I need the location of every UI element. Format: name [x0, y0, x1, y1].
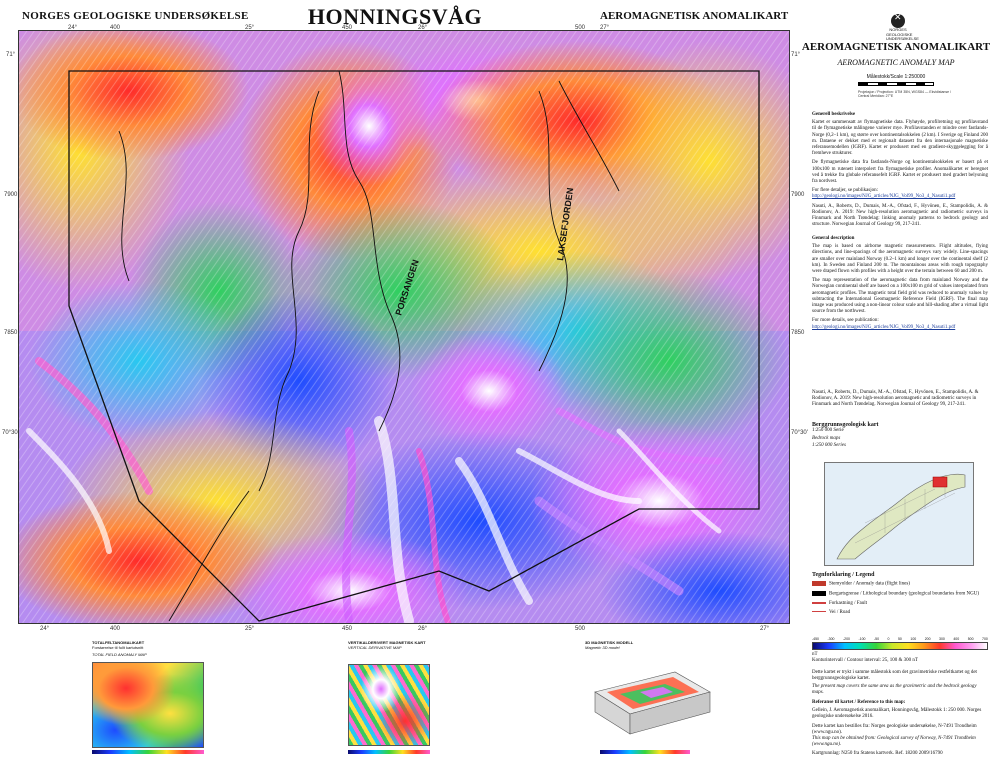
norwegian-description: Generell beskrivelse Kartet er sammensat…	[812, 112, 988, 228]
ngu-logo: NORGES GEOLOGISKE UNDERSØKELSE	[886, 14, 919, 42]
map-canvas: PORSANGEN LAKSEFJORDEN	[19, 31, 789, 623]
norway-index-map-drawing	[836, 473, 966, 560]
projection-note: Projeksjon / Projection: UTM 35N, WGS84 …	[858, 90, 951, 98]
reference-heading: Referanse til kartet / Reference to this…	[812, 700, 906, 705]
tilt-panel-caption: VERTIKALDERIVERT MAGNETISK KART VERTICAL…	[348, 640, 458, 650]
left-tick: 7850	[4, 330, 18, 336]
legend: Tegnforklaring / Legend Stemyolder / Ano…	[812, 572, 988, 616]
legend-label: Vei / Road	[829, 610, 851, 616]
legend-item: Forkastning / Fault	[812, 601, 988, 607]
gradient-panel-subtitle: Forstørrelse til fullt kartutsnitt	[92, 645, 144, 650]
general-text: The map is based on airborne magnetic me…	[812, 244, 988, 275]
print-note: Kartgrunnlag: N250 fra Statens kartverk.…	[812, 751, 943, 757]
model-panel-english: Magnetic 3D model	[585, 645, 620, 650]
bedrock-english-scale: 1:250 000 Series	[812, 442, 846, 448]
legend-swatch	[812, 591, 826, 597]
generell-text: Kartet er sammensatt av flymagnetiske da…	[812, 120, 988, 157]
ngu-logo-label: NORGES GEOLOGISKE UNDERSØKELSE	[886, 27, 919, 41]
contour-note: Konturintervall / Contour interval: 25, …	[812, 658, 918, 663]
legend-item: Bergartsgrense / Lithological boundary (…	[812, 591, 988, 598]
gradient-panel-english: TOTAL FIELD ANOMALY MAP	[92, 652, 147, 657]
scale-label: Målestokk/Scale 1:250000	[866, 74, 926, 80]
legend-label: Bergartsgrense / Lithological boundary (…	[829, 591, 980, 597]
legend-label: Stemyolder / Anomaly data (flight lines)	[829, 581, 910, 587]
left-tick: 71°	[6, 52, 16, 58]
sidebar-subtitle: AEROMAGNETIC ANOMALY MAP	[837, 58, 955, 67]
legend-item: Stemyolder / Anomaly data (flight lines)	[812, 581, 988, 588]
legend-heading: Tegnforklaring / Legend	[812, 572, 875, 578]
bottom-tick: 24°	[40, 626, 50, 632]
note-norwegian: Dette kartet er trykt i samme målestokk …	[812, 670, 977, 682]
english-description: General description The map is based on …	[812, 236, 988, 331]
tilt-panel-english: VERTICAL DERIVATIVE MAP	[348, 645, 402, 650]
legend-swatch	[812, 611, 826, 613]
generell-heading: Generell beskrivelse	[812, 112, 856, 117]
scale-bar	[858, 82, 934, 86]
norway-index-map[interactable]	[824, 462, 974, 566]
reference-1: Nasuti, A., Roberts, D., Dumais, M.-A., …	[812, 203, 988, 228]
aeromagnetic-map[interactable]: PORSANGEN LAKSEFJORDEN	[18, 30, 790, 624]
map-type-heading: AEROMAGNETISK ANOMALIKART	[600, 10, 789, 22]
legend-swatch	[812, 601, 826, 604]
note-english: The present map covers the same area as …	[812, 684, 977, 696]
gradient-map-thumbnail[interactable]	[92, 662, 204, 748]
left-tick: 7900	[4, 192, 18, 198]
bottom-tick: 400	[110, 626, 121, 632]
legend-item: Vei / Road	[812, 610, 988, 616]
general-text-2: The map representation of the aeromagnet…	[812, 278, 988, 315]
anomaly-colorbar	[812, 642, 988, 650]
sidebar-title: AEROMAGNETISK ANOMALIKART	[801, 41, 991, 53]
more-details-link[interactable]: http://geologi.no/images/NJG_articles/NJ…	[812, 325, 988, 331]
3d-model-colorbar	[600, 750, 690, 754]
bottom-tick: 27°	[760, 626, 770, 632]
bedrock-scale: 1:250 000 Serie	[812, 428, 844, 434]
tilt-map-colorbar	[348, 750, 430, 754]
generell-text-2: De flymagnetiske data fra fastlands-Norg…	[812, 160, 988, 185]
map-reference: Referanse til kartet / Reference to this…	[812, 700, 988, 758]
general-heading: General description	[812, 236, 855, 241]
left-tick: 70°30'	[2, 430, 19, 436]
bedrock-map-section: Berggrunnsgeologisk kart 1:250 000 Serie…	[812, 422, 988, 449]
sheet-location-marker	[932, 476, 948, 488]
gradient-panel-caption: TOTALFELTANOMALIKART Forstørrelse til fu…	[92, 640, 212, 657]
reference-text: Gellein, J. Aeromagnetisk anomalikart, H…	[812, 708, 982, 720]
model-panel-caption: 3D MAGNETISK MODELL Magnetic 3D model	[585, 640, 705, 650]
legend-swatch	[812, 581, 826, 587]
legend-label: Forkastning / Fault	[829, 600, 868, 606]
bottom-tick: 450	[342, 626, 353, 632]
ngu-logo-icon	[891, 14, 905, 28]
3d-model-block[interactable]	[585, 662, 715, 746]
bottom-tick: 26°	[418, 626, 428, 632]
details-link[interactable]: http://geologi.no/images/NJG_articles/NJ…	[812, 194, 988, 200]
reference-2: Nasuti, A., Roberts, D., Dumais, M.-A., …	[812, 390, 979, 408]
tilt-map-thumbnail[interactable]	[348, 664, 430, 746]
bottom-tick: 500	[575, 626, 586, 632]
sidebar: NORGES GEOLOGISKE UNDERSØKELSE AEROMAGNE…	[798, 14, 994, 774]
bottom-tick: 25°	[245, 626, 255, 632]
contact-english: This map can be obtained from: Geologica…	[812, 736, 976, 748]
contact-norwegian: Dette kartet kan bestilles fra: Norges g…	[812, 723, 977, 735]
gradient-map-colorbar	[92, 750, 204, 754]
